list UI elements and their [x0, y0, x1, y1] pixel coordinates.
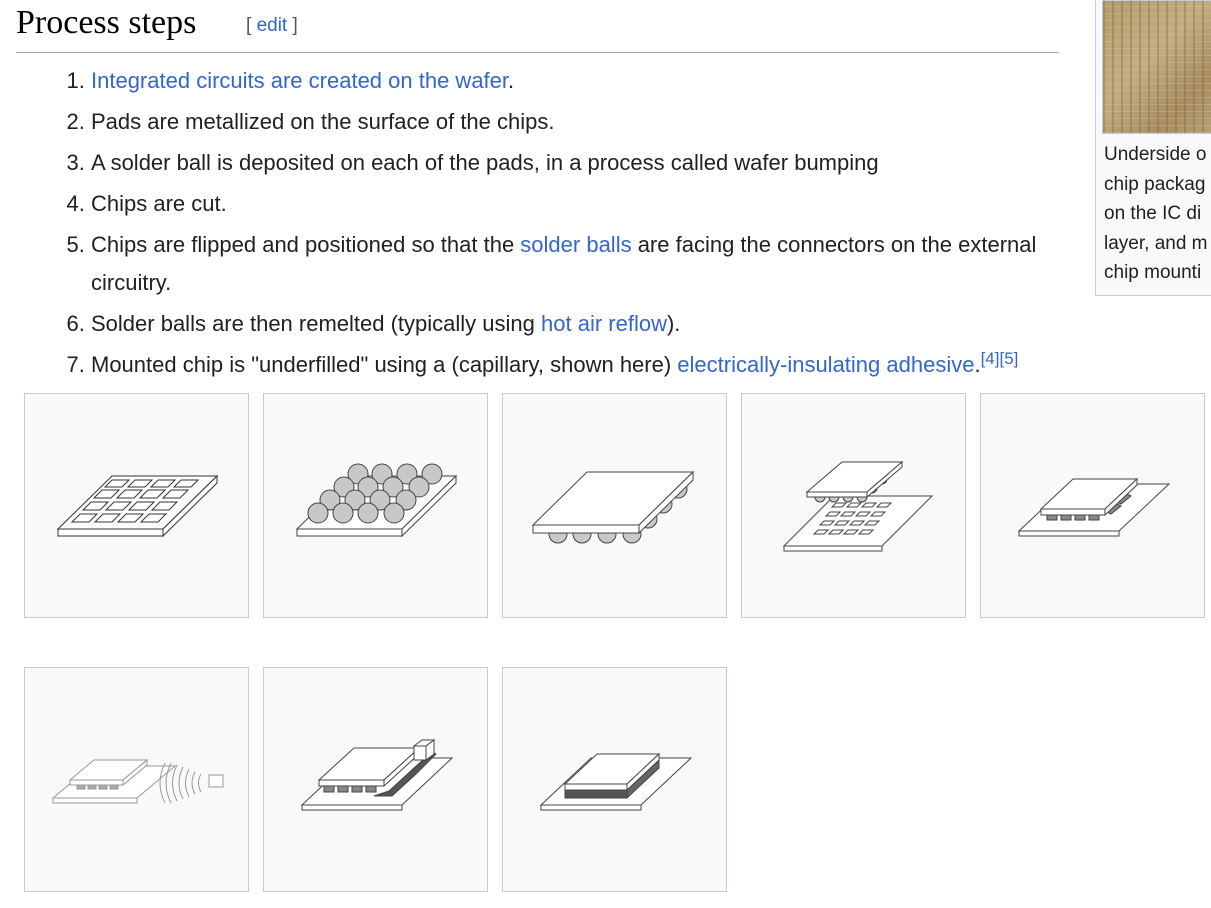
solder-balls-on-pads-illustration[interactable]	[263, 393, 488, 618]
solder-balls-link[interactable]: solder balls	[520, 232, 631, 257]
step-item: Chips are cut.	[91, 185, 1061, 223]
step-item: Solder balls are then remelted (typicall…	[91, 305, 1061, 343]
hot-air-reflow-illustration[interactable]	[24, 667, 249, 892]
step-item: Mounted chip is "underfilled" using a (c…	[91, 346, 1061, 384]
section-title: Process steps	[16, 4, 197, 41]
step-item: Chips are flipped and positioned so that…	[91, 226, 1061, 302]
thumbnail-caption: Underside o chip packag on the IC di lay…	[1104, 144, 1208, 283]
chip-underside-photo[interactable]	[1102, 0, 1211, 134]
wafer-with-chips-illustration[interactable]	[24, 393, 249, 618]
capillary-underfill-illustration[interactable]	[263, 667, 488, 892]
wafer-link[interactable]: Integrated circuits are created on the w…	[91, 68, 508, 93]
section-heading: Process steps [ edit ]	[16, 0, 1059, 53]
step-item: Pads are metallized on the surface of th…	[91, 103, 1061, 141]
step-item: Integrated circuits are created on the w…	[91, 62, 1061, 100]
reference-link[interactable]: [4][5]	[981, 349, 1019, 368]
chip-on-connectors-illustration[interactable]	[980, 393, 1205, 618]
step-item: A solder ball is deposited on each of th…	[91, 144, 1061, 182]
edit-section: [ edit ]	[246, 15, 298, 36]
flipped-chip-positioning-illustration[interactable]	[741, 393, 966, 618]
mounted-chip-illustration[interactable]	[502, 667, 727, 892]
cut-chip-illustration[interactable]	[502, 393, 727, 618]
side-thumbnail: Underside o chip packag on the IC di lay…	[1095, 0, 1211, 296]
hot-air-reflow-link[interactable]: hot air reflow	[541, 311, 667, 336]
edit-link[interactable]: edit	[257, 15, 288, 36]
adhesive-link[interactable]: electrically-insulating adhesive	[677, 352, 974, 377]
process-steps-list: Integrated circuits are created on the w…	[0, 62, 1061, 387]
